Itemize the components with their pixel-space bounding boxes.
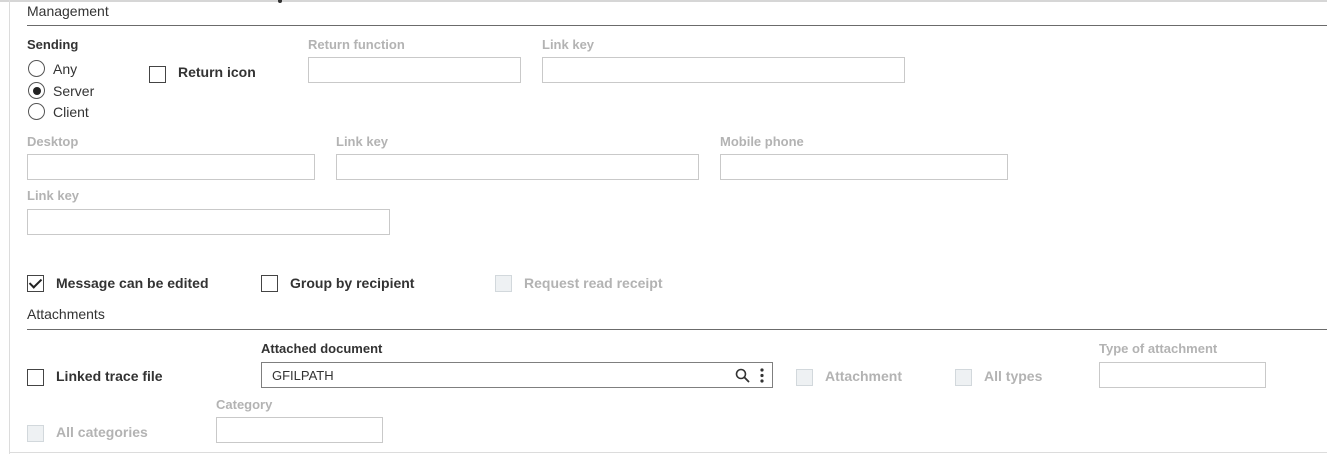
type-of-attachment-label: Type of attachment [1099,341,1218,356]
request-read-receipt-checkbox [495,275,512,292]
link-key-2-input[interactable] [336,154,699,180]
category-label: Category [216,397,273,412]
attachments-section-divider [27,329,1327,330]
radio-selected-dot [32,86,41,95]
sending-radio-server[interactable] [28,82,45,99]
attachment-label: Attachment [825,368,903,384]
link-key-2-label: Link key [336,134,389,149]
attached-document-label: Attached document [261,341,383,356]
linked-trace-file-checkbox[interactable] [27,369,44,386]
all-categories-checkbox [27,425,44,442]
sending-radio-any[interactable] [28,60,45,77]
return-icon-checkbox[interactable] [149,66,166,83]
return-function-input[interactable] [308,57,521,83]
top-edge-marker [278,0,282,3]
sending-option-any-label[interactable]: Any [53,61,77,77]
search-icon[interactable] [735,368,750,388]
window-top-edge [0,0,1327,2]
management-section-title: Management [27,3,109,19]
link-key-3-input[interactable] [27,209,390,235]
linked-trace-file-label[interactable]: Linked trace file [56,368,163,384]
attachments-section-title: Attachments [27,306,105,322]
attachment-checkbox [796,369,813,386]
sending-radio-client[interactable] [28,103,45,120]
group-by-recipient-label[interactable]: Group by recipient [290,275,414,291]
category-input[interactable] [216,417,383,443]
message-editable-checkbox[interactable] [27,275,44,292]
type-of-attachment-input[interactable] [1099,362,1266,388]
mobile-phone-label: Mobile phone [720,134,804,149]
vertical-ellipsis-icon[interactable] [759,367,765,389]
mobile-phone-input[interactable] [720,154,1008,180]
desktop-label: Desktop [27,134,79,149]
link-key-3-label: Link key [27,188,80,203]
message-editable-label[interactable]: Message can be edited [56,275,209,291]
all-types-checkbox [955,369,972,386]
window-bottom-edge [9,452,1327,453]
link-key-1-input[interactable] [542,57,905,83]
link-key-1-label: Link key [542,37,595,52]
all-categories-label: All categories [56,424,148,440]
management-section-divider [27,25,1327,26]
return-icon-label[interactable]: Return icon [178,64,256,80]
window-left-edge [9,0,10,454]
checkmark-icon [28,275,43,289]
all-types-label: All types [984,368,1043,384]
return-function-label: Return function [308,37,405,52]
sending-option-client-label[interactable]: Client [53,104,89,120]
attached-document-input[interactable]: GFILPATH [261,362,773,388]
request-read-receipt-label: Request read receipt [524,275,663,291]
sending-label: Sending [27,37,79,52]
sending-option-server-label[interactable]: Server [53,83,94,99]
desktop-input[interactable] [27,154,315,180]
attached-document-value[interactable]: GFILPATH [272,368,334,383]
group-by-recipient-checkbox[interactable] [261,275,278,292]
